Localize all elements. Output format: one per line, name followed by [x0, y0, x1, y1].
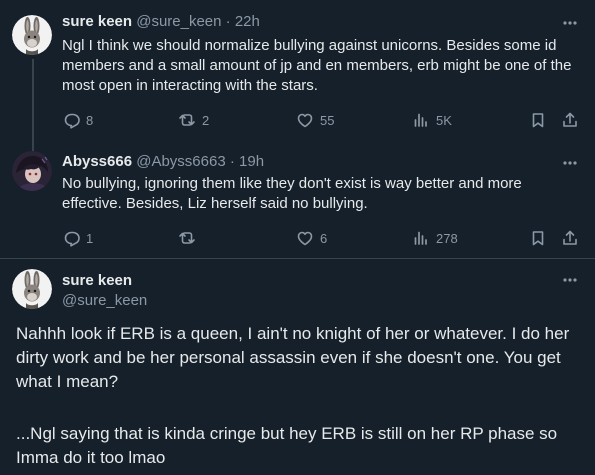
thread-line [32, 59, 34, 151]
views-icon [414, 113, 427, 127]
avatar[interactable] [12, 151, 52, 191]
views-count: 5K [436, 112, 452, 128]
bookmark-icon [532, 231, 544, 246]
anime-avatar-icon [12, 151, 52, 191]
reply-icon [64, 113, 80, 129]
share-button[interactable] [561, 228, 579, 248]
reply-count: 8 [86, 112, 94, 128]
bookmark-button[interactable] [529, 228, 547, 248]
more-icon[interactable] [560, 153, 580, 173]
timestamp[interactable]: · 22h [226, 13, 260, 30]
views-button[interactable]: 278 [412, 228, 458, 248]
like-icon [297, 113, 313, 128]
share-button[interactable] [561, 110, 579, 130]
reply-count: 1 [86, 230, 94, 246]
reply-icon [64, 231, 80, 247]
display-name[interactable]: sure keen [62, 13, 132, 30]
bunny-avatar-icon [12, 269, 52, 309]
main-tweet: sure keen @sure_keen Nahhh look if ERB i… [0, 259, 595, 475]
tweet-paragraph-1: Nahhh look if ERB is a queen, I ain't no… [16, 324, 570, 391]
like-button[interactable]: 6 [296, 228, 327, 248]
views-button[interactable]: 5K [412, 110, 452, 130]
tweet-text: No bullying, ignoring them like they don… [62, 175, 522, 212]
share-icon [563, 230, 577, 245]
share-icon [563, 112, 577, 127]
like-button[interactable]: 55 [296, 110, 334, 130]
avatar[interactable] [12, 15, 52, 55]
handle[interactable]: @sure_keen [62, 292, 147, 309]
tweet-header: sure keen @sure_keen · 22h [62, 13, 260, 30]
more-icon[interactable] [560, 270, 580, 290]
display-name[interactable]: sure keen [62, 272, 132, 289]
bunny-avatar-icon [12, 15, 52, 55]
tweet-paragraph-2: ...Ngl saying that is kinda cringe but h… [16, 424, 558, 467]
tweet-1[interactable]: sure keen @sure_keen · 22h Ngl I think w… [0, 0, 595, 151]
reply-button[interactable]: 1 [62, 228, 93, 248]
handle[interactable]: @Abyss6663 [136, 153, 225, 170]
repost-button[interactable] [178, 228, 202, 248]
handle[interactable]: @sure_keen [136, 13, 221, 30]
action-bar: 8 2 55 5K [62, 110, 582, 130]
views-icon [414, 231, 427, 245]
tweet-2[interactable]: Abyss666 @Abyss6663 · 19h No bullying, i… [0, 140, 595, 258]
avatar[interactable] [12, 269, 52, 309]
bookmark-button[interactable] [529, 110, 547, 130]
repost-count: 2 [202, 112, 210, 128]
like-icon [297, 231, 313, 246]
display-name[interactable]: Abyss666 [62, 153, 132, 170]
repost-button[interactable]: 2 [178, 110, 209, 130]
tweet-text: Ngl I think we should normalize bullying… [62, 37, 572, 94]
reply-button[interactable]: 8 [62, 110, 93, 130]
more-icon[interactable] [560, 13, 580, 33]
repost-icon [179, 232, 195, 244]
like-count: 6 [320, 230, 328, 246]
bookmark-icon [532, 113, 544, 128]
timestamp[interactable]: · 19h [230, 153, 264, 170]
views-count: 278 [436, 230, 458, 246]
repost-icon [179, 114, 195, 126]
tweet-header: Abyss666 @Abyss6663 · 19h [62, 153, 264, 170]
action-bar: 1 6 278 [62, 228, 582, 248]
like-count: 55 [320, 112, 335, 128]
